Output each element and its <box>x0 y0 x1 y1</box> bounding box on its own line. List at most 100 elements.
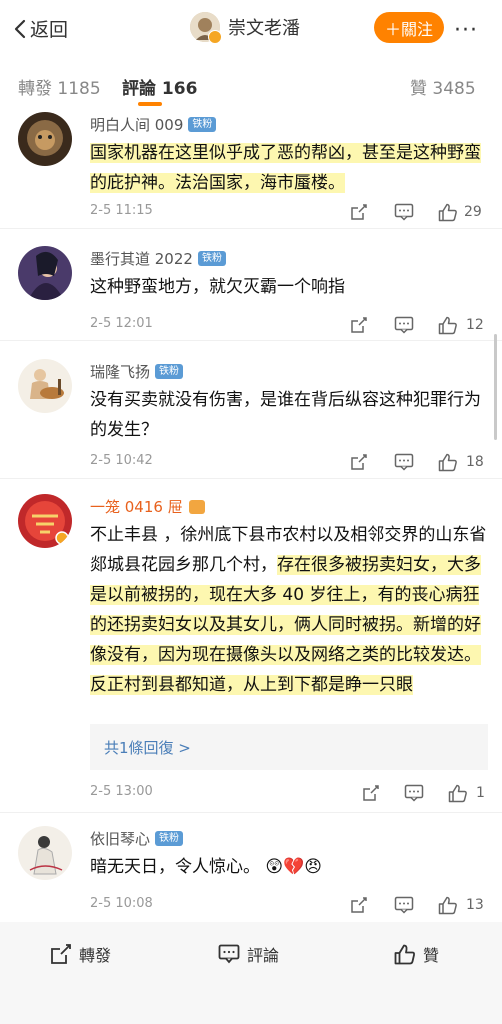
comment-item: 墨行其道 2022 铁粉 这种野蛮地方，就欠灭霸一个响指 2-5 12:01 1… <box>0 244 502 336</box>
tab-bar: 轉發 1185 評論 166 贊 3485 <box>0 62 502 108</box>
comment-icon <box>218 944 240 964</box>
commenter-name-text: 明白人间 009 <box>90 116 184 134</box>
avatar[interactable] <box>18 826 72 880</box>
like-count: 1 <box>476 785 485 801</box>
comment-time: 2-5 10:08 <box>90 896 153 911</box>
scrollbar[interactable] <box>494 334 497 440</box>
fan-badge: 铁粉 <box>188 117 217 132</box>
bottom-action-bar: 轉發 評論 贊 <box>0 922 502 1024</box>
comment-time: 2-5 13:00 <box>90 784 153 799</box>
comment-item: 依旧琴心 铁粉 暗无天日，令人惊心。 😲💔😠 2-5 10:08 13 <box>0 824 502 920</box>
comment-text: 国家机器在这里似乎成了恶的帮凶，甚至是这种野蛮的庇护神。法治国家，海市蜃楼。 <box>90 138 490 198</box>
comment-label: 評論 <box>247 946 280 965</box>
tab-label: 贊 <box>410 79 427 99</box>
like-label: 贊 <box>423 946 440 965</box>
avatar[interactable] <box>18 359 72 413</box>
verified-icon <box>208 30 222 44</box>
repost-icon[interactable] <box>350 453 368 471</box>
repost-button[interactable]: 轉發 <box>50 942 111 966</box>
tab-reposts[interactable]: 轉發 1185 <box>18 74 101 99</box>
divider <box>0 478 502 479</box>
chevron-left-icon <box>14 19 26 38</box>
comment-text: 不止丰县 ，徐州底下县市农村以及相邻交界的山东省郯城县花园乡那几个村，存在很多被… <box>90 520 490 700</box>
back-label: 返回 <box>30 19 69 41</box>
like-count: 29 <box>464 204 482 220</box>
tab-count: 1185 <box>57 79 101 99</box>
replies-label: 共1條回復 > <box>104 739 191 757</box>
comment-time: 2-5 12:01 <box>90 316 153 331</box>
repost-icon[interactable] <box>362 784 380 802</box>
comment-icon[interactable] <box>394 896 414 914</box>
author-avatar[interactable] <box>190 12 222 44</box>
commenter-name[interactable]: 墨行其道 2022 铁粉 <box>90 248 226 269</box>
comment-item: 一笼 0416 屉 不止丰县 ，徐州底下县市农村以及相邻交界的山东省郯城县花园乡… <box>0 492 502 812</box>
like-icon[interactable] <box>438 896 458 915</box>
comment-meta: 2-5 13:00 1 <box>90 784 490 804</box>
divider <box>0 812 502 813</box>
comment-icon[interactable] <box>394 316 414 334</box>
comment-meta: 2-5 10:42 18 <box>90 453 490 473</box>
fan-badge: 铁粉 <box>155 831 184 846</box>
comment-text-highlighted: 存在很多被拐卖妇女，大多是以前被拐的，现在大多 40 岁往上，有的丧心病狂的还拐… <box>90 555 481 695</box>
comment-button[interactable]: 評論 <box>218 942 279 966</box>
commenter-name-text: 一笼 0416 屉 <box>90 498 183 516</box>
tab-label: 評論 <box>122 79 156 99</box>
comment-text-body: 暗无天日，令人惊心。 <box>90 857 260 877</box>
like-icon[interactable] <box>438 203 458 222</box>
like-icon[interactable] <box>448 784 468 803</box>
top-bar: 返回 崇文老潘 ＋關注 ··· <box>0 0 502 56</box>
tab-count: 166 <box>161 79 198 99</box>
fan-badge: 铁粉 <box>155 364 184 379</box>
commenter-name[interactable]: 明白人间 009 铁粉 <box>90 114 217 135</box>
avatar[interactable] <box>18 246 72 300</box>
follow-button[interactable]: ＋關注 <box>374 12 444 43</box>
comment-icon[interactable] <box>394 203 414 221</box>
commenter-name-text: 瑞隆飞扬 <box>90 363 151 381</box>
like-button[interactable]: 贊 <box>394 942 439 966</box>
fan-badge: 铁粉 <box>197 251 226 266</box>
avatar[interactable] <box>18 494 72 548</box>
like-count: 13 <box>466 897 484 913</box>
comment-text: 没有买卖就没有伤害，是谁在背后纵容这种犯罪行为的发生？ <box>90 390 481 440</box>
repost-icon[interactable] <box>350 203 368 221</box>
comment-text-body: 国家机器在这里似乎成了恶的帮凶，甚至是这种野蛮的庇护神。法治国家，海市蜃楼。 <box>90 143 481 193</box>
commenter-name[interactable]: 依旧琴心 铁粉 <box>90 828 184 849</box>
comment-icon[interactable] <box>394 453 414 471</box>
repost-label: 轉發 <box>79 946 112 965</box>
comment-emojis: 😲💔😠 <box>265 857 323 877</box>
repost-icon <box>51 944 71 964</box>
comment-text: 暗无天日，令人惊心。 😲💔😠 <box>90 852 490 882</box>
replies-link[interactable]: 共1條回復 > <box>90 724 488 770</box>
author-name: 崇文老潘 <box>228 18 300 39</box>
tab-label: 轉發 <box>18 79 52 99</box>
repost-icon[interactable] <box>350 896 368 914</box>
repost-icon[interactable] <box>350 316 368 334</box>
author-header[interactable]: 崇文老潘 <box>190 12 300 44</box>
comment-time: 2-5 11:15 <box>90 203 153 218</box>
like-icon[interactable] <box>438 316 458 335</box>
comment-text: 这种野蛮地方，就欠灭霸一个响指 <box>90 277 345 297</box>
active-tab-indicator <box>138 102 162 106</box>
divider <box>0 340 502 341</box>
tab-likes[interactable]: 贊 3485 <box>410 74 476 99</box>
commenter-name-text: 墨行其道 2022 <box>90 250 193 268</box>
tab-comments[interactable]: 評論 166 <box>122 74 197 99</box>
comment-item: 瑞隆飞扬 铁粉 没有买卖就没有伤害，是谁在背后纵容这种犯罪行为的发生？ 2-5 … <box>0 357 502 475</box>
like-icon <box>394 944 415 964</box>
comment-item: 明白人间 009 铁粉 国家机器在这里似乎成了恶的帮凶，甚至是这种野蛮的庇护神。… <box>0 110 502 225</box>
commenter-name-text: 依旧琴心 <box>90 830 151 848</box>
commenter-name[interactable]: 瑞隆飞扬 铁粉 <box>90 361 184 382</box>
like-count: 18 <box>466 454 484 470</box>
tab-count: 3485 <box>432 79 476 99</box>
comment-time: 2-5 10:42 <box>90 453 153 468</box>
avatar[interactable] <box>18 112 72 166</box>
like-count: 12 <box>466 317 484 333</box>
commenter-name[interactable]: 一笼 0416 屉 <box>90 496 205 517</box>
comment-icon[interactable] <box>404 784 424 802</box>
more-icon[interactable]: ··· <box>454 18 478 43</box>
comment-meta: 2-5 10:08 13 <box>90 896 490 916</box>
comment-meta: 2-5 12:01 12 <box>90 316 490 336</box>
comment-meta: 2-5 11:15 29 <box>90 203 490 223</box>
like-icon[interactable] <box>438 453 458 472</box>
back-button[interactable]: 返回 <box>14 15 68 42</box>
